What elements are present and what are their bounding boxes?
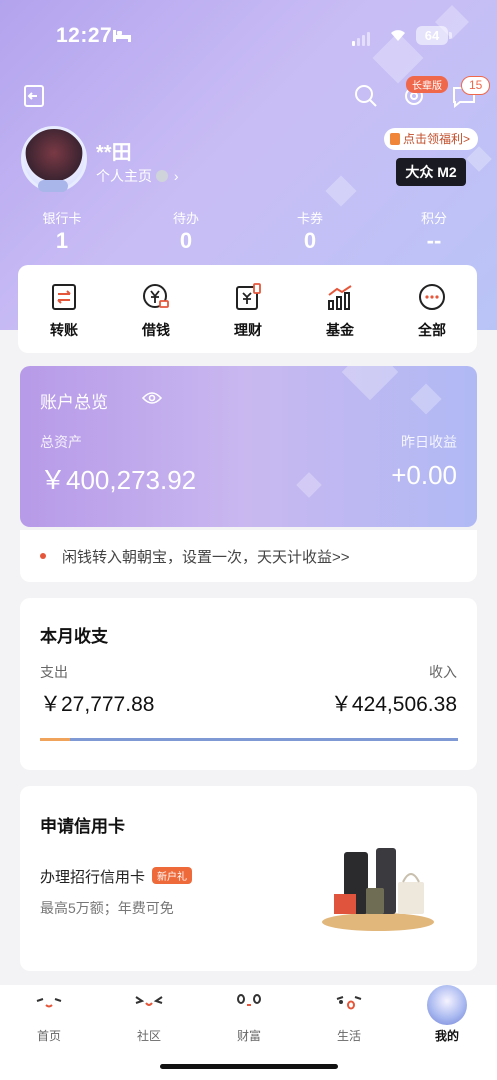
account-overview-card[interactable]: 账户总览 总资产 昨日收益 ￥400,273.92 +0.00 — [20, 366, 477, 527]
level-dot-icon — [156, 170, 168, 182]
more-icon — [419, 284, 445, 310]
credit-card-subtitle: 最高5万额；年费可免 — [40, 900, 174, 916]
account-overview-title: 账户总览 — [40, 393, 108, 412]
home-indicator — [160, 1064, 338, 1069]
status-time: 12:27 — [56, 24, 113, 47]
wifi-icon — [391, 30, 405, 41]
expense-label: 支出 — [40, 664, 68, 680]
income-expense-bar — [40, 738, 458, 741]
user-name: **田 — [96, 142, 132, 164]
total-assets-label: 总资产 — [40, 434, 82, 450]
tab-life[interactable]: 生活 — [314, 985, 384, 1044]
tab-label: 社区 — [136, 1029, 161, 1043]
promo-dot — [40, 553, 46, 559]
stat-label-coupons[interactable]: 卡券 — [270, 208, 350, 227]
stat-value-points[interactable]: -- — [394, 228, 474, 254]
quick-action-label: 转账 — [50, 322, 78, 338]
mine-avatar-icon — [427, 985, 467, 1025]
logout-icon[interactable] — [22, 84, 46, 108]
tab-label: 生活 — [336, 1029, 361, 1043]
transfer-icon — [52, 284, 76, 310]
credit-card-name: 办理招行信用卡 — [40, 869, 146, 886]
search-icon[interactable] — [354, 84, 378, 108]
expense-bar-segment — [40, 738, 70, 741]
community-face-icon — [129, 985, 169, 1025]
quick-action-label: 全部 — [418, 322, 446, 338]
total-assets-value: ￥400,273.92 — [40, 465, 197, 495]
gift-icon — [390, 133, 400, 145]
promo-banner[interactable]: 闲钱转入朝朝宝，设置一次，天天计收益>> — [20, 530, 477, 582]
new-user-tag: 新户礼 — [152, 867, 192, 884]
quick-action-transfer[interactable]: 转账 — [29, 283, 99, 340]
quick-action-fund[interactable]: 基金 — [305, 283, 375, 340]
message-count-badge: 15 — [461, 76, 491, 95]
tab-home[interactable]: 首页 — [14, 985, 84, 1044]
quick-action-label: 基金 — [326, 322, 354, 338]
yesterday-earnings-value: +0.00 — [391, 460, 457, 490]
wealth-icon — [236, 283, 261, 310]
quick-action-label: 借钱 — [142, 322, 170, 338]
quick-actions-panel: 转账 借钱 理财 基金 全部 — [18, 265, 477, 353]
life-face-icon — [329, 985, 369, 1025]
quick-action-borrow[interactable]: 借钱 — [121, 283, 191, 340]
tab-community[interactable]: 社区 — [114, 985, 184, 1044]
quick-action-wealth[interactable]: 理财 — [213, 283, 283, 340]
profile-home-label: 个人主页 — [96, 168, 152, 184]
credit-card-title: 申请信用卡 — [40, 817, 125, 836]
expense-value: ￥27,777.88 — [40, 693, 155, 716]
wealth-face-icon — [229, 985, 269, 1025]
tab-label: 财富 — [236, 1029, 261, 1043]
income-label: 收入 — [429, 664, 457, 680]
welfare-button[interactable]: 点击领福利> — [384, 128, 479, 150]
profile-home-link[interactable]: 个人主页 › — [96, 166, 179, 186]
stat-value-coupons[interactable]: 0 — [270, 228, 350, 254]
fund-icon — [328, 285, 352, 310]
stat-label-cards[interactable]: 银行卡 — [22, 208, 102, 227]
quick-action-label: 理财 — [234, 322, 262, 338]
stat-value-todo[interactable]: 0 — [146, 228, 226, 254]
credit-card-card[interactable]: 申请信用卡 办理招行信用卡 新户礼 最高5万额；年费可免 — [20, 786, 477, 971]
level-badge[interactable]: 大众 M2 — [396, 158, 466, 186]
stat-label-points[interactable]: 积分 — [394, 208, 474, 227]
battery-level: 64 — [416, 26, 452, 45]
eye-icon[interactable] — [142, 391, 162, 405]
borrow-icon — [143, 284, 169, 308]
home-face-icon — [29, 985, 69, 1025]
promo-text: 闲钱转入朝朝宝，设置一次，天天计收益>> — [62, 549, 350, 566]
sleep-icon — [113, 30, 131, 42]
stat-value-cards[interactable]: 1 — [22, 228, 102, 254]
tab-mine[interactable]: 我的 — [412, 985, 482, 1044]
avatar-frame-tag — [38, 180, 68, 192]
tab-label: 首页 — [36, 1029, 61, 1043]
yesterday-earnings-label: 昨日收益 — [401, 434, 457, 450]
quick-action-all[interactable]: 全部 — [397, 283, 467, 340]
luggage-gift-image — [322, 848, 434, 931]
elder-mode-badge[interactable]: 长辈版 — [406, 76, 448, 93]
monthly-title: 本月收支 — [40, 627, 108, 646]
status-bar: 12:27 64 — [0, 22, 497, 52]
tab-wealth[interactable]: 财富 — [214, 985, 284, 1044]
monthly-summary-card[interactable]: 本月收支 支出 收入 ￥27,777.88 ￥424,506.38 — [20, 598, 477, 770]
income-value: ￥424,506.38 — [330, 693, 457, 716]
signal-icon — [352, 28, 372, 46]
welfare-label: 点击领福利> — [403, 132, 471, 146]
stat-label-todo[interactable]: 待办 — [146, 208, 226, 227]
tab-label: 我的 — [434, 1029, 459, 1043]
